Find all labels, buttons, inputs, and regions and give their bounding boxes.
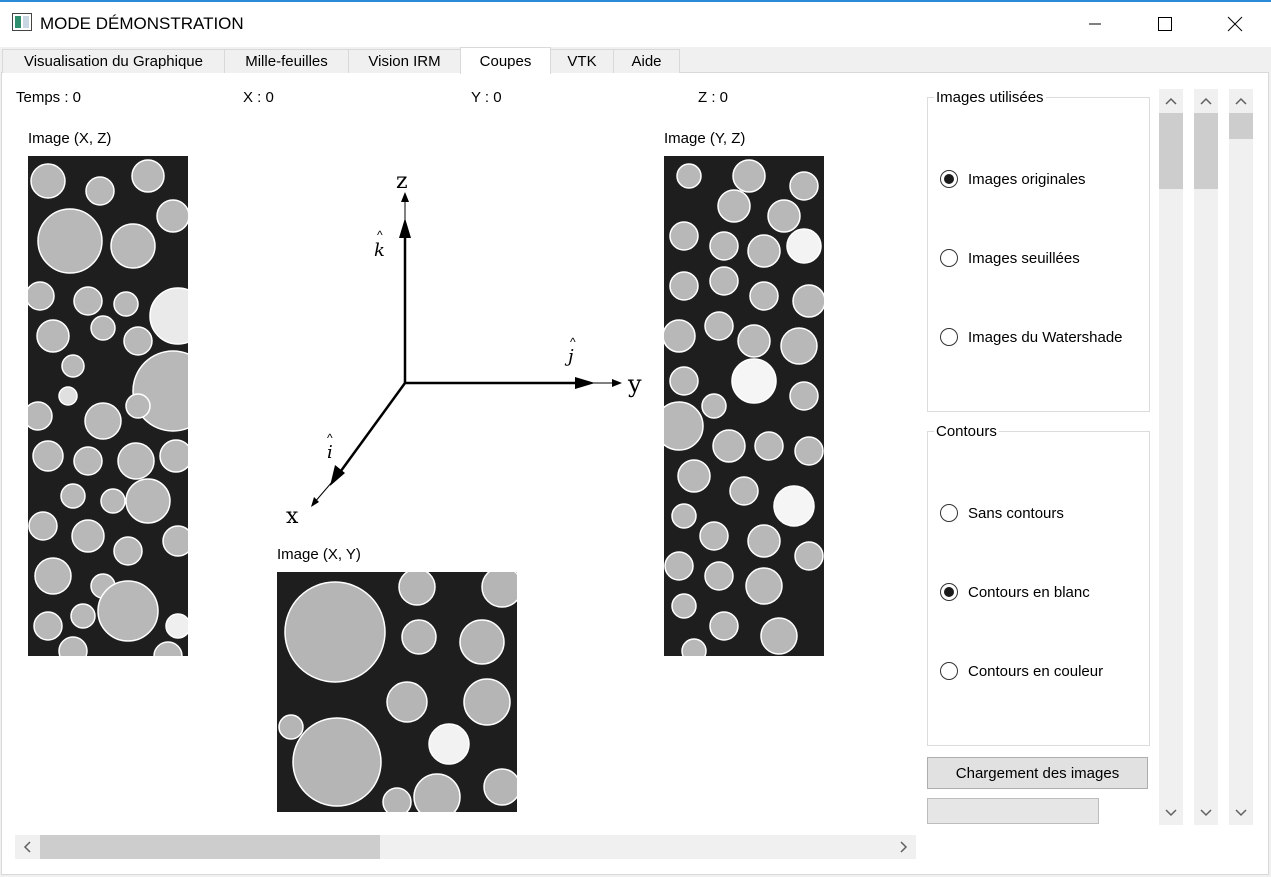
- chevron-right-icon: [900, 841, 908, 853]
- axes-diagram: z y x k ^ j ^ i ^: [286, 169, 642, 529]
- images-group-title: Images utilisées: [934, 89, 1046, 106]
- axis-z-label: z: [396, 169, 408, 194]
- image-yz[interactable]: [664, 156, 824, 656]
- close-button[interactable]: [1200, 2, 1270, 46]
- unit-k-label: k: [374, 240, 385, 261]
- maximize-icon: [1158, 17, 1172, 31]
- maximize-button[interactable]: [1130, 2, 1200, 46]
- tab-vtk[interactable]: VTK: [550, 49, 614, 73]
- radio-indicator[interactable]: [940, 504, 958, 522]
- slider-x[interactable]: [1194, 89, 1218, 825]
- chevron-up-icon: [1235, 97, 1247, 105]
- unit-j-label: j: [564, 346, 574, 367]
- image-yz-label: Image (Y, Z): [664, 130, 746, 147]
- radio-label: Images seuillées: [968, 249, 1080, 267]
- hscroll-thumb[interactable]: [40, 835, 380, 859]
- image-yz-slice: [664, 156, 824, 656]
- minimize-icon: [1089, 23, 1101, 25]
- contours-group-title: Contours: [934, 423, 999, 440]
- tab-mille-feuilles[interactable]: Mille-feuilles: [224, 49, 349, 73]
- radio-indicator[interactable]: [940, 328, 958, 346]
- tab-vision-irm[interactable]: Vision IRM: [348, 49, 461, 73]
- scroll-up-arrow[interactable]: [1159, 89, 1183, 113]
- radio-indicator[interactable]: [940, 662, 958, 680]
- scroll-left-arrow[interactable]: [15, 835, 39, 859]
- radio-indicator[interactable]: [940, 583, 958, 601]
- y-coord-label: Y : 0: [471, 89, 502, 106]
- chevron-left-icon: [23, 841, 31, 853]
- scroll-down-arrow[interactable]: [1229, 801, 1253, 825]
- radio-images-watershade[interactable]: Images du Watershade: [940, 328, 1123, 346]
- slider-y[interactable]: [1229, 89, 1253, 825]
- radio-contours-blanc[interactable]: Contours en blanc: [940, 583, 1090, 601]
- chevron-down-icon: [1165, 809, 1177, 817]
- chevron-up-icon: [1200, 97, 1212, 105]
- unit-i-hat: ^: [327, 431, 333, 445]
- scroll-thumb[interactable]: [1229, 113, 1253, 139]
- chevron-down-icon: [1200, 809, 1212, 817]
- tab-aide[interactable]: Aide: [613, 49, 680, 73]
- axis-x-label: x: [286, 504, 299, 529]
- radio-label: Images du Watershade: [968, 328, 1123, 346]
- unit-j-hat: ^: [570, 335, 576, 349]
- unit-i-label: i: [327, 442, 333, 463]
- image-xz-label: Image (X, Z): [28, 130, 112, 147]
- window-title: MODE DÉMONSTRATION: [40, 14, 244, 33]
- scroll-thumb[interactable]: [1194, 113, 1218, 189]
- progress-bar: [927, 798, 1099, 824]
- slider-temps[interactable]: [1159, 89, 1183, 825]
- z-coord-label: Z : 0: [698, 89, 729, 106]
- image-xy[interactable]: [277, 572, 517, 812]
- radio-contours-couleur[interactable]: Contours en couleur: [940, 662, 1103, 680]
- scroll-right-arrow[interactable]: [892, 835, 916, 859]
- radio-label: Contours en blanc: [968, 583, 1090, 601]
- image-xz[interactable]: [28, 156, 188, 656]
- unit-k-hat: ^: [377, 228, 383, 242]
- image-xy-label: Image (X, Y): [277, 546, 361, 563]
- tab-bar: Visualisation du Graphique Mille-feuille…: [2, 47, 1271, 74]
- radio-label: Sans contours: [968, 504, 1064, 522]
- axis-y-label: y: [627, 370, 642, 398]
- radio-label: Contours en couleur: [968, 662, 1104, 680]
- x-coord-label: X : 0: [243, 89, 274, 106]
- radio-indicator[interactable]: [940, 170, 958, 188]
- radio-images-seuillees[interactable]: Images seuillées: [940, 249, 1080, 267]
- scroll-down-arrow[interactable]: [1194, 801, 1218, 825]
- scroll-down-arrow[interactable]: [1159, 801, 1183, 825]
- radio-indicator[interactable]: [940, 249, 958, 267]
- app-icon: [12, 13, 32, 31]
- load-images-button[interactable]: Chargement des images: [927, 757, 1148, 789]
- scroll-up-arrow[interactable]: [1229, 89, 1253, 113]
- minimize-button[interactable]: [1060, 2, 1130, 46]
- chevron-up-icon: [1165, 97, 1177, 105]
- temps-label: Temps : 0: [16, 89, 82, 106]
- image-xy-slice: [277, 572, 517, 812]
- horizontal-scrollbar[interactable]: [15, 835, 916, 859]
- radio-images-originales[interactable]: Images originales: [940, 170, 1086, 188]
- scroll-up-arrow[interactable]: [1194, 89, 1218, 113]
- close-icon: [1227, 16, 1243, 32]
- tab-coupes[interactable]: Coupes: [460, 47, 551, 74]
- tab-visualisation[interactable]: Visualisation du Graphique: [2, 49, 225, 73]
- radio-sans-contours[interactable]: Sans contours: [940, 504, 1064, 522]
- scroll-thumb[interactable]: [1159, 113, 1183, 189]
- image-xz-slice: [28, 156, 188, 656]
- chevron-down-icon: [1235, 809, 1247, 817]
- radio-label: Images originales: [968, 170, 1086, 188]
